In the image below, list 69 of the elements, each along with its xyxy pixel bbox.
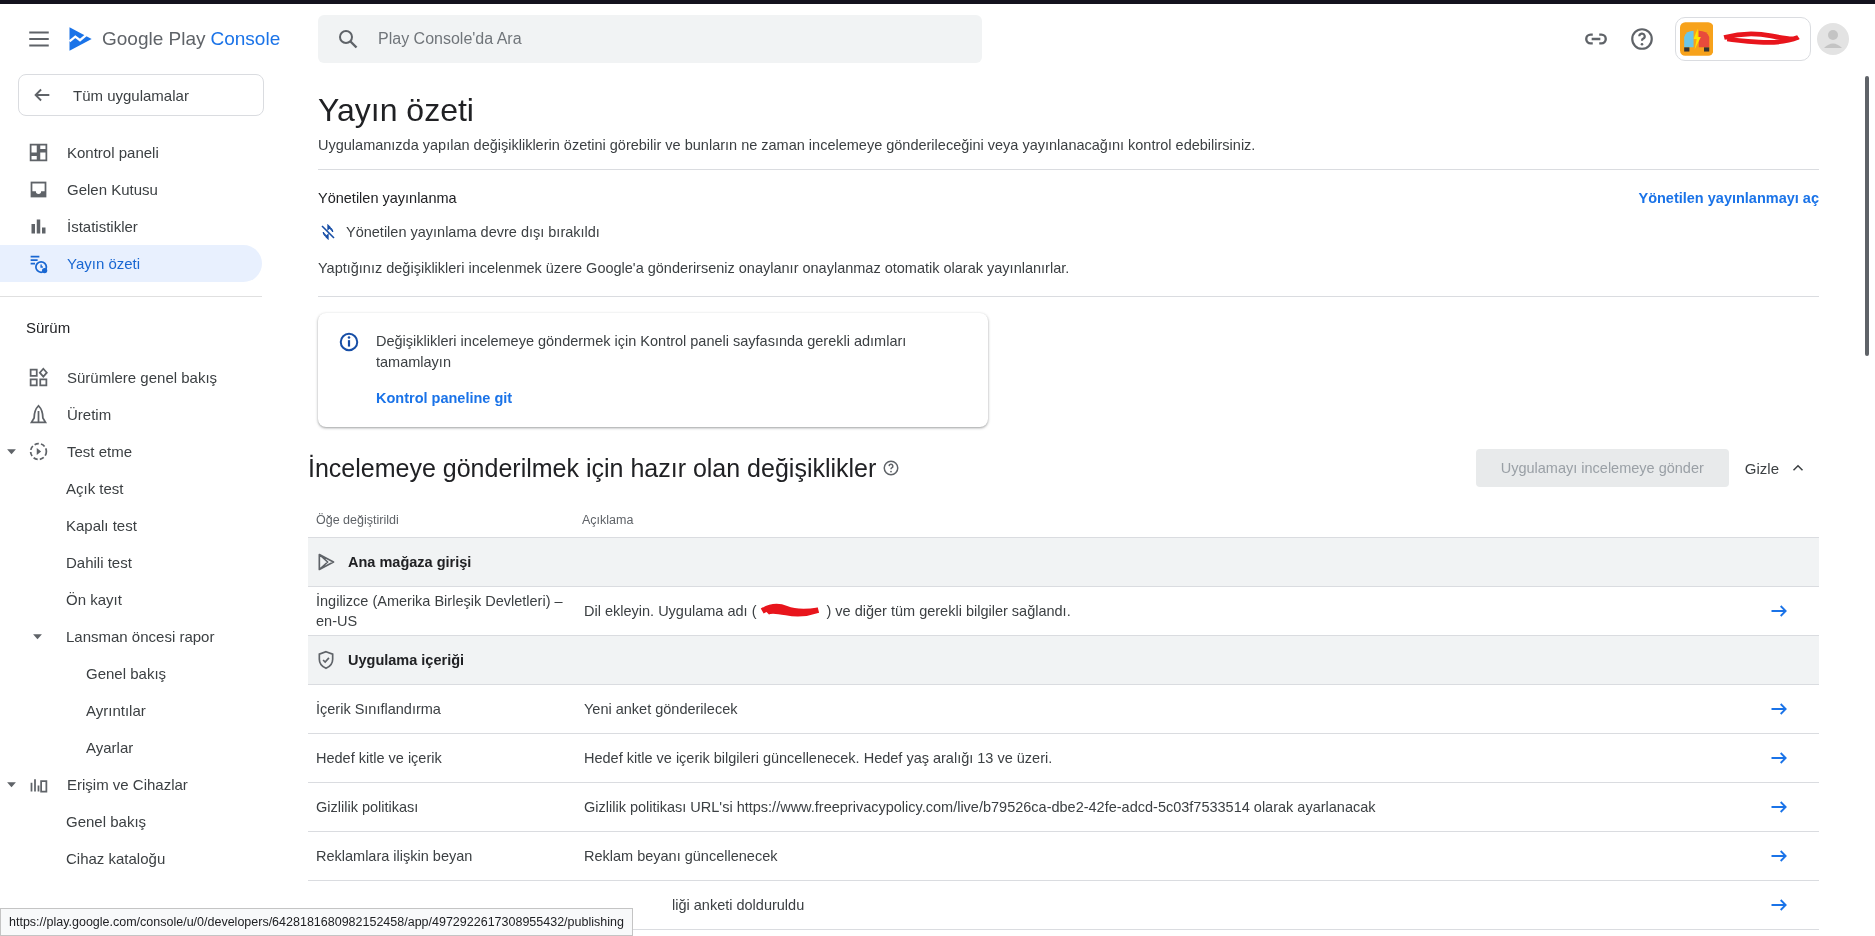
caret-icon[interactable] bbox=[32, 631, 43, 642]
inbox-icon bbox=[28, 179, 49, 200]
hide-toggle[interactable]: Gizle bbox=[1740, 455, 1811, 481]
section-title: İncelemeye gönderilmek için hazır olan değişiklikler bbox=[308, 453, 877, 483]
status-text: Yönetilen yayınlama devre dışı bırakıldı bbox=[346, 224, 600, 240]
nav-item[interactable]: Erişim ve Cihazlar bbox=[0, 766, 262, 803]
table-cell: Hedef kitle ve içerik bbox=[316, 750, 442, 766]
caret-icon[interactable] bbox=[6, 446, 17, 457]
nav-item[interactable]: Dahili test bbox=[66, 544, 132, 581]
nav-item[interactable]: Kapalı test bbox=[66, 507, 137, 544]
enable-link[interactable]: Yönetilen yayınlanmayı aç bbox=[1638, 190, 1819, 206]
page-subtitle: Uygulamanızda yapılan değişikliklerin özetini görebilir ve bunların ne zaman incelemeye gönderileceğini veya yayınlanacağını kontrol edebilirsiniz. bbox=[318, 137, 1257, 153]
column-header: Öğe değiştirildi bbox=[315, 513, 400, 527]
table-cell: Dil ekleyin. Uygulama adı ( bbox=[584, 603, 757, 619]
app-selector[interactable] bbox=[1675, 17, 1811, 61]
table-cell: Gizlilik politikası URL'si https://www.freeprivacypolicy.com/live/b79526ca-dbe2-42fe-adcd-5c03f7533514 olarak ayarlanacak bbox=[584, 799, 1376, 815]
nav-item[interactable]: Genel bakış bbox=[66, 803, 147, 840]
section-title: Sürüm bbox=[25, 318, 72, 338]
table-cell: İngilizce (Amerika Birleşik Devletleri) – en-US bbox=[316, 593, 563, 629]
note-text: Yaptığınız değişiklikleri incelenmek üzere Google'a gönderirseniz onaylanır onaylanmaz otomatik olarak yayınlanırlar. bbox=[318, 260, 1071, 276]
section-heading: Yönetilen yayınlanma bbox=[318, 190, 457, 206]
dashboard-icon bbox=[28, 142, 49, 163]
shapes-icon bbox=[28, 367, 49, 388]
help-icon[interactable] bbox=[882, 459, 901, 477]
nav-item[interactable]: Sürümlere genel bakış bbox=[0, 359, 262, 396]
logo-icon bbox=[66, 25, 94, 53]
table-cell: Reklam beyanı güncellenecek bbox=[584, 848, 778, 864]
back-button[interactable]: Tüm uygulamalar bbox=[18, 74, 264, 116]
nav-item[interactable]: Ön kayıt bbox=[66, 581, 122, 618]
product-suffix: Console bbox=[210, 28, 281, 50]
nav-item[interactable]: Üretim bbox=[0, 396, 262, 433]
dashboard-link[interactable]: Kontrol paneline git bbox=[376, 390, 513, 406]
page-title: Yayın özeti bbox=[318, 92, 475, 129]
nav-item[interactable]: Açık test bbox=[66, 470, 124, 507]
nav-item[interactable]: Cihaz kataloğu bbox=[66, 840, 166, 877]
nav-item[interactable]: Test etme bbox=[0, 433, 262, 470]
list-clock-icon bbox=[28, 253, 49, 274]
shield-icon bbox=[316, 650, 336, 670]
dashed-play-icon bbox=[28, 441, 49, 462]
nav-item[interactable]: Genel bakış bbox=[86, 655, 167, 692]
nav-item[interactable]: Ayarlar bbox=[86, 729, 134, 766]
table-cell: Hedef kitle ve içerik bilgileri güncellenecek. Hedef yaş aralığı 13 ve üzeri. bbox=[584, 750, 1053, 766]
help-icon[interactable] bbox=[1629, 26, 1655, 52]
group-title: Uygulama içeriği bbox=[348, 652, 465, 668]
nav-item[interactable]: Kontrol paneli bbox=[0, 134, 262, 171]
status-bar: https://play.google.com/console/u/0/developers/6428181680982152458/app/4972922617308955432/publishing bbox=[0, 908, 633, 936]
column-header: Açıklama bbox=[582, 513, 635, 527]
scrollbar[interactable] bbox=[1865, 76, 1869, 356]
nav-item[interactable]: Ayrıntılar bbox=[86, 692, 146, 729]
table-cell: liği anketi dolduruldu bbox=[672, 897, 805, 913]
nav-item[interactable]: İstatistikler bbox=[0, 208, 262, 245]
notice-text: Değişiklikleri incelemeye göndermek için Kontrol paneli sayfasında gerekli adımları tamamlayın bbox=[376, 332, 908, 372]
table-cell: İçerik Sınıflandırma bbox=[316, 701, 441, 717]
table-cell: ) ve diğer tüm gerekli bilgiler sağlandı. bbox=[826, 603, 1071, 619]
info-icon bbox=[338, 331, 360, 353]
search-icon bbox=[336, 27, 360, 51]
caret-icon[interactable] bbox=[6, 779, 17, 790]
product-name: Google Play bbox=[102, 28, 206, 50]
nav-item[interactable]: Yayın özeti bbox=[0, 245, 262, 282]
play-outline-icon bbox=[316, 552, 336, 572]
nav-item[interactable]: Gelen Kutusu bbox=[0, 171, 262, 208]
group-title: Ana mağaza girişi bbox=[348, 554, 472, 570]
table-cell: Gizlilik politikası bbox=[316, 799, 419, 815]
table-cell: Reklamlara ilişkin beyan bbox=[316, 848, 473, 864]
rocket-icon bbox=[28, 404, 49, 425]
search-field[interactable]: Play Console'da Ara bbox=[318, 15, 982, 63]
car-icon bbox=[1680, 22, 1714, 56]
nav-item[interactable]: Lansman öncesi rapor bbox=[66, 618, 215, 655]
table-cell: Yeni anket gönderilecek bbox=[584, 701, 738, 717]
